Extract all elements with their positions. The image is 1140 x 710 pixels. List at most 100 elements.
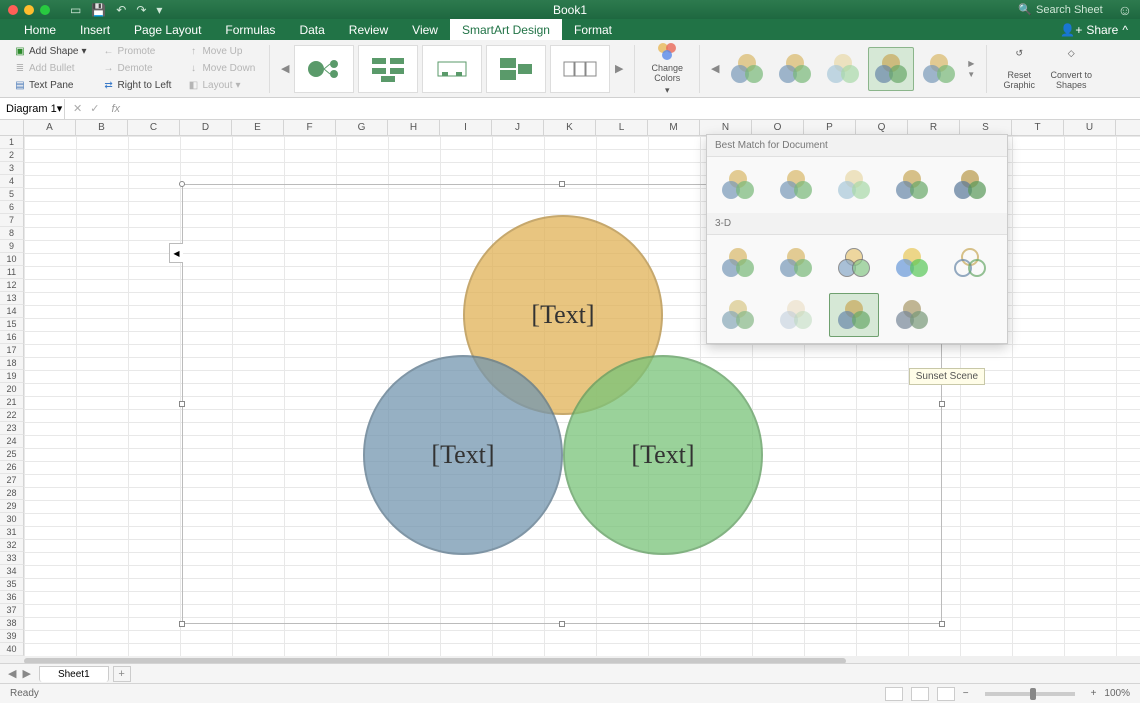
resize-handle[interactable] [179, 181, 185, 187]
col-header[interactable]: P [804, 120, 856, 135]
chevron-up-icon[interactable]: ^ [1122, 23, 1128, 37]
col-header[interactable]: F [284, 120, 336, 135]
row-header[interactable]: 4 [0, 175, 24, 188]
toolbar-collapse-icon[interactable]: ▭ [70, 3, 81, 17]
row-header[interactable]: 28 [0, 487, 24, 500]
undo-icon[interactable]: ↶ [116, 3, 126, 17]
row-header[interactable]: 12 [0, 279, 24, 292]
sheet-tab[interactable]: Sheet1 [39, 666, 109, 682]
row-header[interactable]: 29 [0, 500, 24, 513]
change-colors-button[interactable]: Change Colors ▾ [643, 44, 691, 94]
row-header[interactable]: 37 [0, 604, 24, 617]
style-thumbnail[interactable] [887, 293, 937, 337]
col-header[interactable]: S [960, 120, 1012, 135]
col-header[interactable]: Q [856, 120, 908, 135]
row-header[interactable]: 40 [0, 643, 24, 656]
feedback-icon[interactable]: ☺ [1118, 2, 1132, 18]
row-header[interactable]: 1 [0, 136, 24, 149]
scrollbar-thumb[interactable] [24, 658, 846, 663]
style-thumbnail[interactable] [887, 163, 937, 207]
zoom-out-button[interactable]: − [963, 688, 969, 699]
col-header[interactable]: H [388, 120, 440, 135]
col-header[interactable]: J [492, 120, 544, 135]
row-header[interactable]: 18 [0, 357, 24, 370]
row-header[interactable]: 30 [0, 513, 24, 526]
maximize-window-button[interactable] [40, 5, 50, 15]
row-header[interactable]: 25 [0, 448, 24, 461]
layout-option-2[interactable] [358, 45, 418, 93]
tab-formulas[interactable]: Formulas [213, 19, 287, 40]
tab-view[interactable]: View [400, 19, 450, 40]
redo-icon[interactable]: ↷ [136, 3, 146, 17]
style-thumbnail[interactable] [829, 241, 879, 285]
col-header[interactable]: O [752, 120, 804, 135]
toolbar-overflow-icon[interactable]: ▾ [156, 3, 162, 17]
venn-circle-right[interactable]: [Text] [563, 355, 763, 555]
move-down-button[interactable]: ↓Move Down [187, 61, 255, 77]
row-header[interactable]: 14 [0, 305, 24, 318]
sheet-nav-prev[interactable]: ◀ [8, 667, 16, 680]
row-header[interactable]: 21 [0, 396, 24, 409]
tab-data[interactable]: Data [287, 19, 336, 40]
style-option-1[interactable] [724, 47, 770, 91]
search-box[interactable]: 🔍 Search Sheet [1018, 3, 1102, 16]
style-thumbnail[interactable] [713, 241, 763, 285]
col-header[interactable]: K [544, 120, 596, 135]
row-header[interactable]: 32 [0, 539, 24, 552]
style-option-4-selected[interactable] [868, 47, 914, 91]
row-header[interactable]: 8 [0, 227, 24, 240]
col-header[interactable]: M [648, 120, 700, 135]
style-thumbnail[interactable] [887, 241, 937, 285]
row-header[interactable]: 23 [0, 422, 24, 435]
tab-page-layout[interactable]: Page Layout [122, 19, 213, 40]
row-header[interactable]: 11 [0, 266, 24, 279]
tab-review[interactable]: Review [337, 19, 400, 40]
resize-handle[interactable] [179, 621, 185, 627]
row-header[interactable]: 36 [0, 591, 24, 604]
style-thumbnail[interactable] [771, 293, 821, 337]
zoom-slider[interactable] [985, 692, 1075, 696]
venn-circle-left[interactable]: [Text] [363, 355, 563, 555]
col-header[interactable]: E [232, 120, 284, 135]
page-layout-view-button[interactable] [911, 687, 929, 701]
col-header[interactable]: D [180, 120, 232, 135]
col-header[interactable]: C [128, 120, 180, 135]
style-more-button[interactable]: ▶▼ [964, 44, 978, 94]
row-header[interactable]: 15 [0, 318, 24, 331]
save-icon[interactable]: 💾 [91, 3, 106, 17]
row-header[interactable]: 22 [0, 409, 24, 422]
col-header[interactable]: A [24, 120, 76, 135]
col-header[interactable]: L [596, 120, 648, 135]
zoom-in-button[interactable]: + [1091, 688, 1097, 699]
layout-prev-button[interactable]: ◀ [278, 44, 292, 94]
convert-to-shapes-button[interactable]: ◇ Convert to Shapes [1047, 44, 1095, 94]
row-header[interactable]: 24 [0, 435, 24, 448]
reset-graphic-button[interactable]: ↺ Reset Graphic [995, 44, 1043, 94]
style-thumbnail[interactable] [945, 241, 995, 285]
style-prev-button[interactable]: ◀ [708, 44, 722, 94]
tab-format[interactable]: Format [562, 19, 624, 40]
layout-option-5[interactable] [550, 45, 610, 93]
row-header[interactable]: 35 [0, 578, 24, 591]
tab-smartart-design[interactable]: SmartArt Design [450, 19, 562, 40]
row-header[interactable]: 34 [0, 565, 24, 578]
col-header[interactable]: B [76, 120, 128, 135]
style-thumbnail[interactable] [713, 293, 763, 337]
col-header[interactable]: N [700, 120, 752, 135]
promote-button[interactable]: ←Promote [103, 44, 172, 60]
layout-next-button[interactable]: ▶ [612, 44, 626, 94]
style-option-3[interactable] [820, 47, 866, 91]
row-header[interactable]: 13 [0, 292, 24, 305]
row-header[interactable]: 5 [0, 188, 24, 201]
col-header[interactable]: T [1012, 120, 1064, 135]
layout-option-4[interactable] [486, 45, 546, 93]
zoom-level[interactable]: 100% [1104, 688, 1130, 699]
cell-grid[interactable]: ◀ [Text] [Text] [Text] Best Match for Do… [24, 136, 1140, 656]
right-to-left-button[interactable]: ⇄Right to Left [103, 78, 172, 94]
share-button[interactable]: 👤+ Share ^ [1060, 19, 1128, 40]
style-thumbnail[interactable] [945, 163, 995, 207]
col-header[interactable]: I [440, 120, 492, 135]
layout-dropdown[interactable]: ◧Layout ▾ [187, 78, 255, 94]
row-header[interactable]: 38 [0, 617, 24, 630]
page-break-view-button[interactable] [937, 687, 955, 701]
